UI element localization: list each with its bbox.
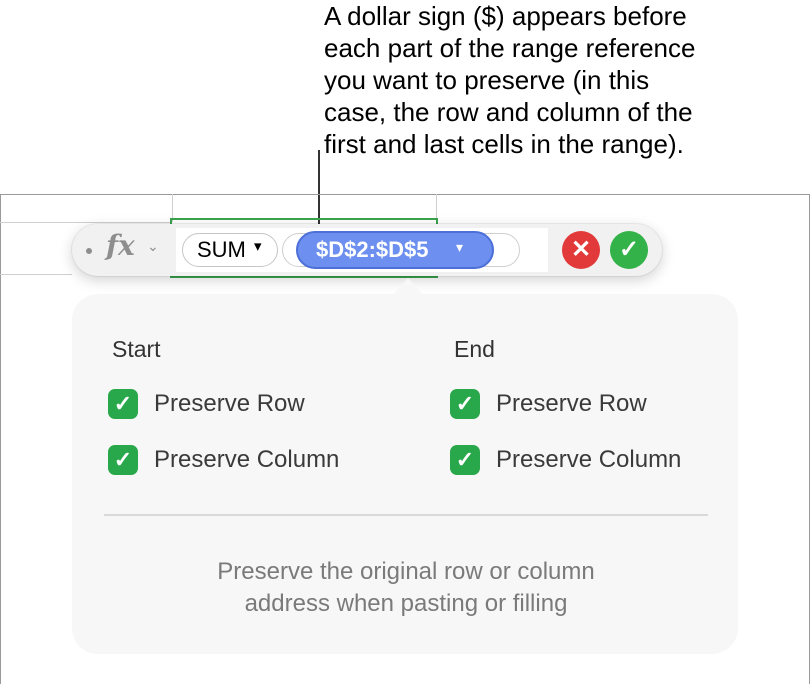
end-preserve-row-option[interactable]: ✓ Preserve Row	[450, 389, 647, 419]
end-heading: End	[454, 336, 495, 362]
start-preserve-row-checkbox[interactable]: ✓	[108, 389, 138, 419]
function-token[interactable]: SUM	[182, 233, 278, 267]
callout-line-1: A dollar sign ($) appears before	[324, 1, 687, 31]
start-preserve-column-option[interactable]: ✓ Preserve Column	[108, 445, 339, 475]
start-heading: Start	[112, 336, 161, 362]
callout-line-5: first and last cells in the range).	[324, 129, 684, 159]
range-token-arrow-icon[interactable]: ▾	[456, 239, 463, 256]
callout-text: A dollar sign ($) appears before each pa…	[324, 0, 804, 160]
end-preserve-row-checkbox[interactable]: ✓	[450, 389, 480, 419]
hint-line-1: Preserve the original row or column	[217, 558, 595, 585]
range-reference-token[interactable]: $D$2:$D$5	[296, 231, 494, 269]
start-preserve-column-label[interactable]: Preserve Column	[154, 446, 339, 474]
popover-caret	[394, 278, 422, 294]
popover-divider	[104, 514, 708, 516]
end-preserve-row-label[interactable]: Preserve Row	[496, 390, 647, 418]
function-icon[interactable]: fx	[106, 229, 135, 262]
callout-line-2: each part of the range reference	[324, 33, 696, 63]
chevron-down-icon[interactable]: ⌄	[147, 238, 159, 255]
end-preserve-column-option[interactable]: ✓ Preserve Column	[450, 445, 681, 475]
function-token-arrow-icon[interactable]: ▾	[254, 237, 262, 255]
drag-handle-icon[interactable]	[86, 248, 92, 254]
grid-row-line	[0, 274, 72, 275]
hint-line-2: address when pasting or filling	[244, 590, 568, 617]
start-preserve-row-option[interactable]: ✓ Preserve Row	[108, 389, 305, 419]
grid-row-line	[0, 222, 172, 223]
end-preserve-column-checkbox[interactable]: ✓	[450, 445, 480, 475]
confirm-button[interactable]: ✓	[610, 231, 648, 269]
preserve-hint-text: Preserve the original row or column addr…	[104, 556, 708, 620]
end-preserve-column-label[interactable]: Preserve Column	[496, 446, 681, 474]
cancel-button[interactable]: ✕	[562, 231, 600, 269]
start-preserve-row-label[interactable]: Preserve Row	[154, 390, 305, 418]
callout-line-4: case, the row and column of the	[324, 97, 693, 127]
callout-line-3: you want to preserve (in this	[324, 65, 650, 95]
start-preserve-column-checkbox[interactable]: ✓	[108, 445, 138, 475]
